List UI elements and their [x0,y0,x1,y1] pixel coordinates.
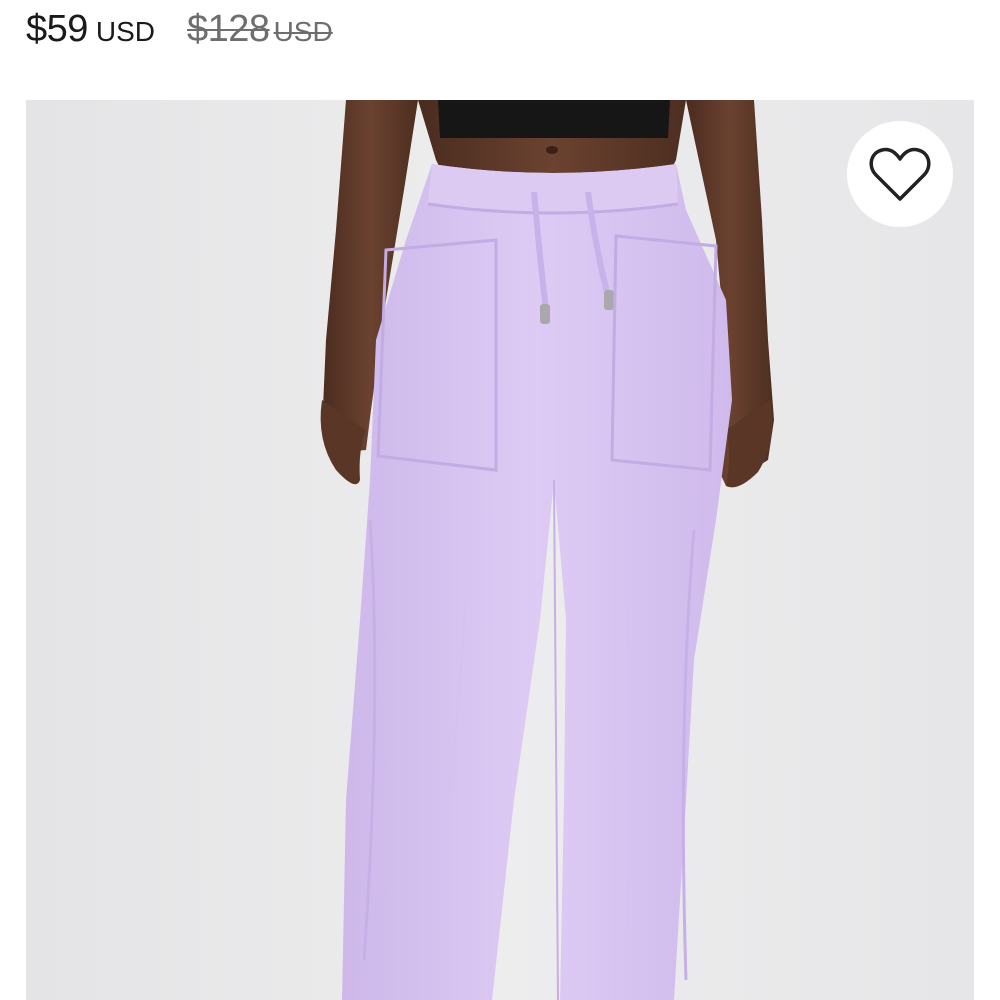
wishlist-button[interactable] [847,121,953,227]
heart-outline-icon [869,147,931,201]
original-price: $128 USD [187,8,333,51]
original-price-currency: USD [273,16,333,47]
product-photo-illustration [26,100,974,1000]
price-header: $59 USD $128 USD [0,0,1000,100]
current-price: $59 [26,8,88,50]
price-row: $59 USD $128 USD [26,8,333,58]
current-price-currency: USD [95,16,156,47]
original-price-amount: $128 [187,8,270,50]
product-image[interactable] [26,100,974,1000]
